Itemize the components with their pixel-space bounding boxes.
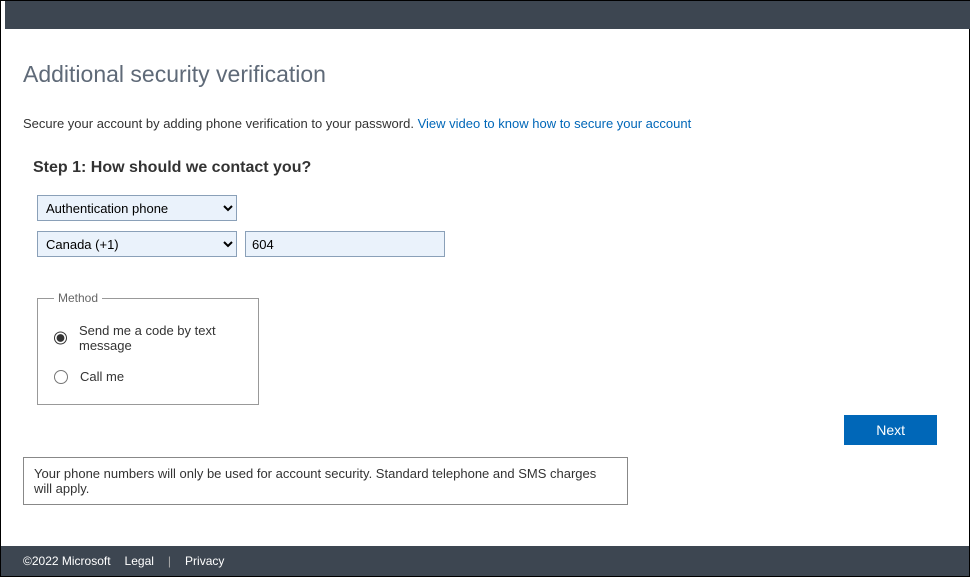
next-button[interactable]: Next: [844, 415, 937, 445]
disclaimer-box: Your phone numbers will only be used for…: [23, 457, 628, 505]
phone-row: Canada (+1): [37, 231, 947, 257]
footer-legal-link[interactable]: Legal: [125, 554, 154, 568]
method-legend: Method: [54, 291, 102, 305]
phone-input[interactable]: [245, 231, 445, 257]
radio-call-label: Call me: [80, 369, 124, 384]
footer: ©2022 Microsoft Legal | Privacy: [1, 546, 969, 576]
description: Secure your account by adding phone veri…: [23, 116, 947, 131]
footer-separator: |: [168, 554, 171, 568]
radio-row-call: Call me: [54, 361, 242, 392]
contact-method-row: Authentication phone: [37, 195, 947, 221]
step-heading: Step 1: How should we contact you?: [33, 159, 947, 177]
page-title: Additional security verification: [23, 61, 947, 88]
radio-text-label: Send me a code by text message: [79, 323, 242, 353]
method-fieldset: Method Send me a code by text message Ca…: [37, 291, 259, 405]
contact-method-select[interactable]: Authentication phone: [37, 195, 237, 221]
description-text: Secure your account by adding phone veri…: [23, 116, 418, 131]
radio-call-me[interactable]: [54, 370, 68, 384]
country-select[interactable]: Canada (+1): [37, 231, 237, 257]
radio-text-message[interactable]: [54, 331, 67, 345]
footer-privacy-link[interactable]: Privacy: [185, 554, 224, 568]
top-bar: [5, 1, 970, 29]
video-link[interactable]: View video to know how to secure your ac…: [418, 116, 692, 131]
content-area: Additional security verification Secure …: [1, 29, 969, 405]
radio-row-text: Send me a code by text message: [54, 315, 242, 361]
footer-copyright: ©2022 Microsoft: [23, 554, 111, 568]
